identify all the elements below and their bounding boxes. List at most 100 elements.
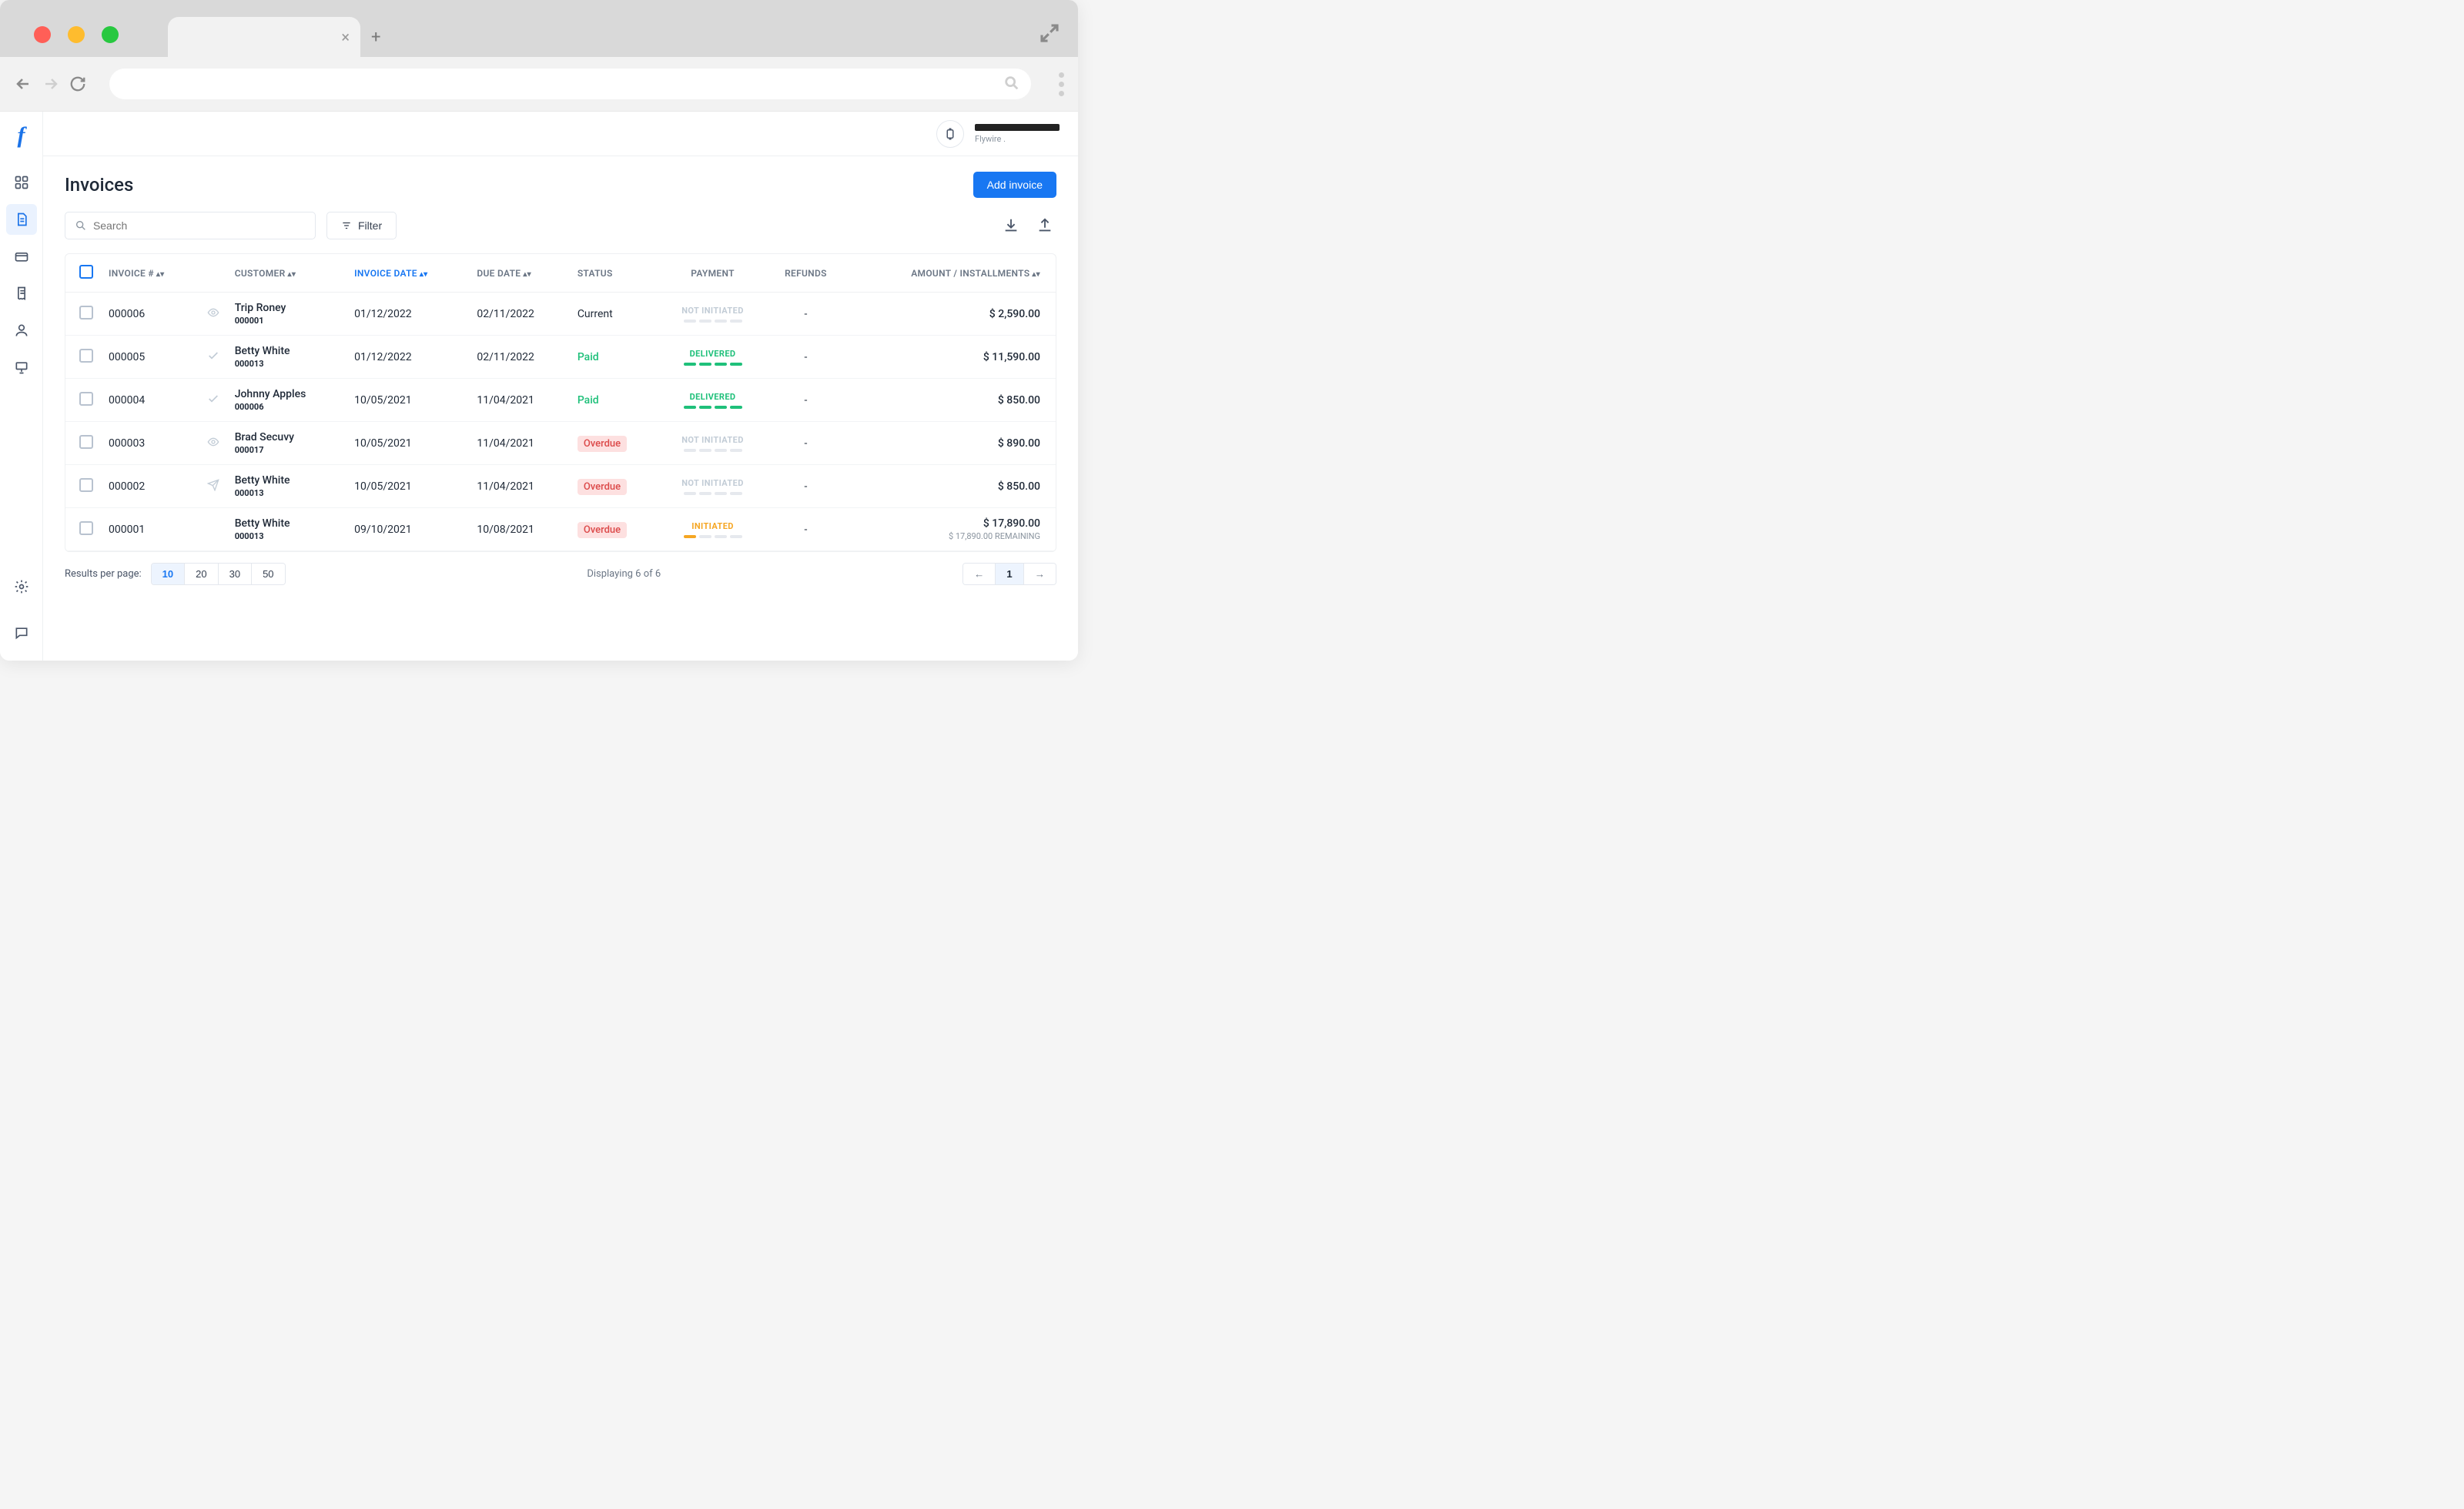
sidebar-item-chat[interactable] (6, 617, 37, 648)
table-row[interactable]: 000005 Betty White00001301/12/202202/11/2… (65, 336, 1056, 379)
table-footer: Results per page: 10203050 Displaying 6 … (65, 552, 1056, 588)
cell-status: Overdue (570, 508, 659, 551)
rpp-option-30[interactable]: 30 (219, 564, 252, 584)
col-customer[interactable]: CUSTOMER▴▾ (227, 254, 346, 293)
cell-payment: DELIVERED (659, 336, 766, 379)
browser-tab[interactable]: × (168, 17, 360, 57)
browser-tab-strip: × + (0, 0, 1078, 57)
rpp-option-10[interactable]: 10 (152, 564, 185, 584)
cell-customer: Johnny Apples000006 (227, 379, 346, 422)
user-company: Flywire . (975, 134, 1006, 144)
cell-customer: Brad Secuvy000017 (227, 422, 346, 465)
search-input-wrapper[interactable] (65, 212, 316, 239)
cell-payment: DELIVERED (659, 379, 766, 422)
col-refunds[interactable]: REFUNDS (766, 254, 845, 293)
table-row[interactable]: 000002Betty White00001310/05/202111/04/2… (65, 465, 1056, 508)
download-icon[interactable] (999, 214, 1023, 237)
sidebar-item-invoices[interactable] (6, 204, 37, 235)
next-page-button[interactable]: → (1024, 564, 1056, 584)
table-row[interactable]: 000004Johnny Apples00000610/05/202111/04… (65, 379, 1056, 422)
add-invoice-button[interactable]: Add invoice (973, 172, 1056, 198)
address-bar[interactable] (109, 69, 1031, 99)
row-status-icon (207, 393, 219, 405)
row-status-icon (207, 436, 219, 448)
col-invoice-date[interactable]: INVOICE DATE▴▾ (346, 254, 469, 293)
page-number[interactable]: 1 (996, 564, 1023, 584)
cell-payment: INITIATED (659, 508, 766, 551)
row-status-icon (207, 479, 219, 491)
col-status[interactable]: STATUS (570, 254, 659, 293)
cell-invoice-date: 01/12/2022 (346, 336, 469, 379)
cell-due-date: 11/04/2021 (469, 379, 569, 422)
page-title: Invoices (65, 174, 133, 196)
upload-icon[interactable] (1033, 214, 1056, 237)
sidebar-item-settings[interactable] (6, 571, 37, 602)
col-due-date[interactable]: DUE DATE▴▾ (469, 254, 569, 293)
omnibox-search-icon (1003, 75, 1020, 92)
filter-icon (341, 220, 352, 231)
cell-status: Overdue (570, 465, 659, 508)
search-input[interactable] (93, 219, 306, 232)
sidebar-item-dashboard[interactable] (6, 167, 37, 198)
sidebar-item-customers[interactable] (6, 315, 37, 346)
sidebar-item-presentations[interactable] (6, 352, 37, 383)
cell-invoice-id: 000002 (101, 465, 199, 508)
back-icon[interactable] (14, 75, 32, 93)
row-checkbox[interactable] (79, 435, 93, 449)
window-controls (34, 26, 119, 43)
prev-page-button[interactable]: ← (963, 564, 996, 584)
paginator: ← 1 → (962, 563, 1056, 585)
cell-amount: $ 850.00 (845, 379, 1056, 422)
cell-invoice-id: 000006 (101, 293, 199, 336)
rpp-label: Results per page: (65, 568, 142, 580)
window-zoom-icon[interactable] (102, 26, 119, 43)
window-minimize-icon[interactable] (68, 26, 85, 43)
sidebar-item-payments[interactable] (6, 241, 37, 272)
cell-amount: $ 890.00 (845, 422, 1056, 465)
cell-refunds: - (766, 336, 845, 379)
row-checkbox[interactable] (79, 306, 93, 320)
forward-icon[interactable] (42, 75, 60, 93)
row-checkbox[interactable] (79, 392, 93, 406)
tab-close-icon[interactable]: × (341, 28, 350, 46)
browser-menu-icon[interactable] (1059, 72, 1064, 96)
select-all-checkbox[interactable] (79, 265, 93, 279)
filter-button[interactable]: Filter (326, 212, 397, 239)
rpp-option-20[interactable]: 20 (185, 564, 218, 584)
row-checkbox[interactable] (79, 478, 93, 492)
new-tab-icon[interactable]: + (371, 28, 380, 47)
milestone-icon[interactable] (936, 120, 964, 148)
table-row[interactable]: 000006Trip Roney00000101/12/202202/11/20… (65, 293, 1056, 336)
cell-invoice-id: 000003 (101, 422, 199, 465)
window-close-icon[interactable] (34, 26, 51, 43)
reload-icon[interactable] (69, 75, 86, 92)
cell-invoice-date: 10/05/2021 (346, 379, 469, 422)
table-row[interactable]: 000003Brad Secuvy00001710/05/202111/04/2… (65, 422, 1056, 465)
col-amount[interactable]: AMOUNT / INSTALLMENTS▴▾ (845, 254, 1056, 293)
cell-status: Current (570, 293, 659, 336)
cell-refunds: - (766, 465, 845, 508)
cell-refunds: - (766, 379, 845, 422)
rpp-buttons: 10203050 (151, 563, 286, 585)
user-name-redacted (975, 124, 1060, 131)
row-checkbox[interactable] (79, 349, 93, 363)
cell-customer: Betty White000013 (227, 336, 346, 379)
app-header: Flywire . (43, 112, 1078, 156)
logo-icon[interactable]: f (18, 122, 25, 149)
cell-due-date: 11/04/2021 (469, 422, 569, 465)
cell-invoice-date: 01/12/2022 (346, 293, 469, 336)
cell-due-date: 10/08/2021 (469, 508, 569, 551)
cell-status: Paid (570, 336, 659, 379)
cell-due-date: 02/11/2022 (469, 336, 569, 379)
sidebar-item-receipts[interactable] (6, 278, 37, 309)
row-checkbox[interactable] (79, 521, 93, 535)
table-row[interactable]: 000001Betty White00001309/10/202110/08/2… (65, 508, 1056, 551)
col-invoice[interactable]: INVOICE #▴▾ (101, 254, 199, 293)
cell-amount: $ 850.00 (845, 465, 1056, 508)
rpp-option-50[interactable]: 50 (252, 564, 284, 584)
displaying-text: Displaying 6 of 6 (587, 568, 661, 580)
user-menu[interactable]: Flywire . (975, 124, 1060, 144)
fullscreen-icon[interactable] (1038, 22, 1061, 45)
cell-invoice-id: 000005 (101, 336, 199, 379)
col-payment[interactable]: PAYMENT (659, 254, 766, 293)
